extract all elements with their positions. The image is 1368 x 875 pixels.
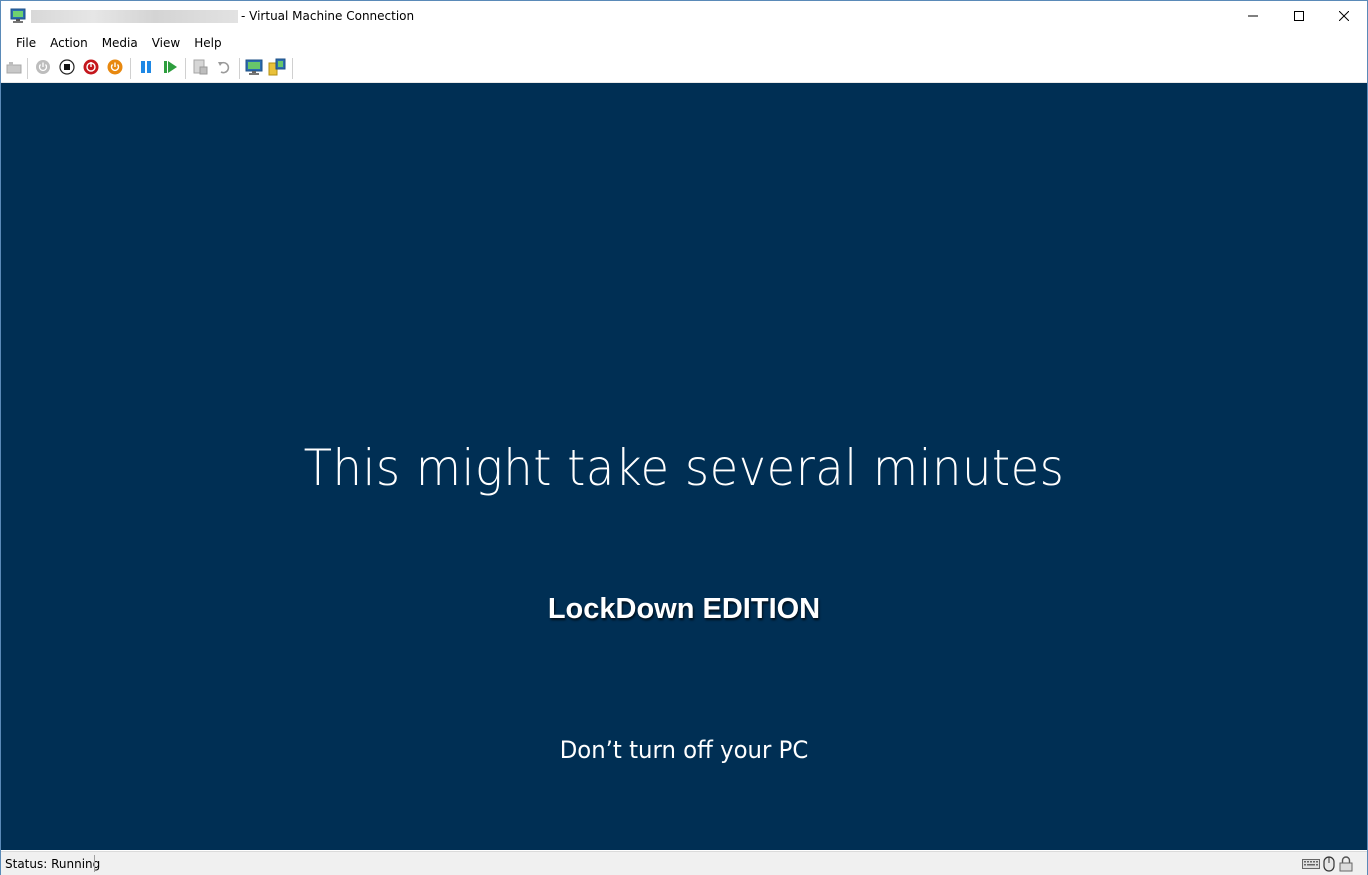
close-button[interactable] — [1321, 1, 1367, 31]
minimize-button[interactable] — [1230, 1, 1276, 31]
menu-view[interactable]: View — [145, 33, 187, 53]
ctrl-alt-del-icon — [6, 59, 22, 78]
pause-icon — [138, 59, 154, 78]
menu-media[interactable]: Media — [95, 33, 145, 53]
toolbar-separator — [185, 58, 186, 79]
edition-label: LockDown EDITION — [547, 593, 821, 625]
status-text: Status: Running — [5, 857, 101, 871]
start-icon — [35, 59, 51, 78]
revert-button[interactable] — [215, 59, 233, 77]
toolbar-separator — [27, 58, 28, 79]
status-bar: Status: Running — [1, 851, 1367, 875]
shut-down-icon — [83, 59, 99, 78]
close-icon — [1339, 11, 1349, 21]
menu-bar: File Action Media View Help — [1, 32, 1367, 54]
toolbar — [1, 55, 1367, 83]
enhanced-session-button[interactable] — [245, 59, 263, 77]
lock-icon — [1339, 856, 1353, 875]
checkpoint-icon — [192, 59, 208, 78]
pause-button[interactable] — [137, 59, 155, 77]
share-button[interactable] — [268, 58, 286, 79]
minimize-icon — [1248, 11, 1258, 21]
vm-connection-icon — [10, 8, 26, 24]
turn-off-icon — [59, 58, 75, 78]
menu-action[interactable]: Action — [43, 33, 95, 53]
toolbar-separator — [292, 58, 293, 79]
menu-help[interactable]: Help — [187, 33, 228, 53]
reset-button[interactable] — [161, 59, 179, 77]
keyboard-icon — [1302, 856, 1320, 873]
toolbar-separator — [239, 58, 240, 79]
enhanced-session-icon — [245, 58, 263, 79]
mouse-icon — [1323, 856, 1335, 875]
toolbar-separator — [130, 58, 131, 79]
maximize-button[interactable] — [1276, 1, 1322, 31]
redacted-vm-name — [31, 10, 238, 23]
start-button[interactable] — [34, 59, 52, 77]
warning-message: Don’t turn off your PC — [559, 736, 809, 764]
checkpoint-button[interactable] — [191, 59, 209, 77]
maximize-icon — [1294, 11, 1304, 21]
save-button[interactable] — [106, 59, 124, 77]
revert-icon — [216, 59, 232, 78]
share-icon — [268, 58, 286, 79]
title-bar[interactable]: - Virtual Machine Connection — [1, 1, 1367, 31]
shut-down-button[interactable] — [82, 59, 100, 77]
save-icon — [107, 59, 123, 78]
ctrl-alt-del-button[interactable] — [5, 59, 23, 77]
status-separator — [94, 855, 95, 872]
turn-off-button[interactable] — [58, 58, 76, 78]
window-title: - Virtual Machine Connection — [241, 9, 415, 23]
menu-file[interactable]: File — [9, 33, 43, 53]
vm-display[interactable]: This might take several minutes LockDown… — [1, 83, 1367, 850]
update-message: This might take several minutes — [303, 439, 1065, 497]
reset-icon — [162, 59, 178, 78]
vm-connection-window: - Virtual Machine Connection File Action… — [0, 0, 1368, 875]
